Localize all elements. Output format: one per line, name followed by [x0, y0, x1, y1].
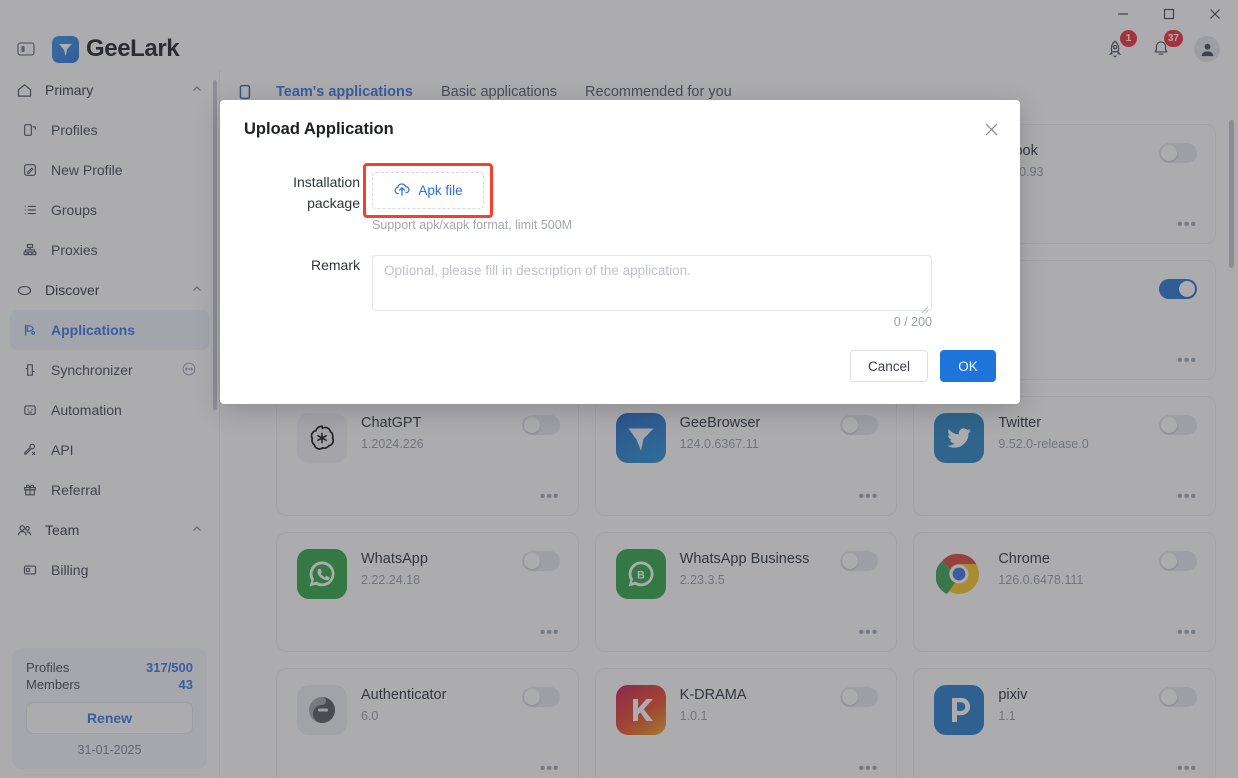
cloud-upload-icon [393, 180, 411, 201]
upload-format-hint: Support apk/xapk format, limit 500M [372, 218, 573, 232]
remark-char-count: 0 / 200 [893, 315, 932, 329]
close-icon[interactable] [980, 118, 1002, 140]
remark-label: Remark [310, 257, 360, 273]
ok-button[interactable]: OK [940, 350, 996, 382]
app-window: GeeLark 1 37 Primary Profiles New Profil… [0, 0, 1238, 778]
installation-package-label-line2: package [307, 195, 360, 211]
apk-file-upload-button[interactable]: Apk file [372, 172, 484, 209]
upload-control: Apk file [363, 163, 493, 218]
dialog-footer: Cancel OK [849, 350, 996, 382]
upload-application-dialog: Upload Application Installation package … [220, 100, 1020, 404]
remark-input[interactable] [372, 255, 932, 311]
installation-package-row: Installation package Apk file [244, 163, 996, 218]
remark-control: 0 / 200 [372, 255, 932, 329]
remark-row: Remark 0 / 200 [244, 255, 996, 329]
installation-package-label-line1: Installation [293, 174, 360, 190]
dialog-title: Upload Application [244, 120, 394, 138]
apk-file-upload-label: Apk file [418, 183, 463, 198]
installation-package-label: Installation package [244, 172, 372, 214]
cancel-button[interactable]: Cancel [849, 350, 928, 382]
